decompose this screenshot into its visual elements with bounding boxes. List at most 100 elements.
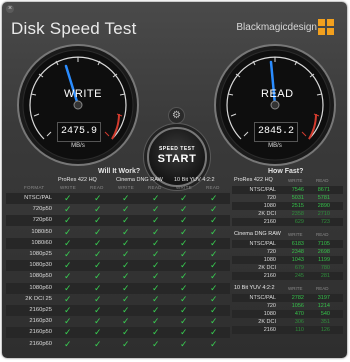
check-icon: ✓ xyxy=(210,327,218,338)
table-row: NTSC/PAL 6183 7105 xyxy=(232,240,343,248)
codec-header: 10 Bit YUV 4:2:2 xyxy=(174,177,215,183)
table-row: 2160p25 ✓ ✓ ✓ ✓ ✓ ✓ xyxy=(6,305,230,316)
write-header: WRITE xyxy=(288,232,303,237)
check-icon: ✓ xyxy=(122,249,130,259)
table-row: 1080p30 ✓ ✓ ✓ ✓ ✓ ✓ xyxy=(6,260,230,272)
write-value: 2358 xyxy=(291,211,304,217)
read-header: READ xyxy=(206,185,220,190)
read-value: 723 xyxy=(320,219,330,225)
format-label: 2160p30 xyxy=(29,318,52,325)
check-icon: ✓ xyxy=(180,226,188,237)
how-fast-title: How Fast? xyxy=(268,168,304,175)
table-row: 720p50 ✓ ✓ ✓ ✓ ✓ ✓ xyxy=(6,204,230,215)
check-icon: ✓ xyxy=(210,316,218,327)
write-header: WRITE xyxy=(118,185,134,190)
table-row: NTSC/PAL 2782 3197 xyxy=(232,294,343,302)
write-value: 6183 xyxy=(291,241,304,247)
format-label: 720 xyxy=(266,249,276,255)
format-label: 720 xyxy=(266,303,276,309)
check-icon: ✓ xyxy=(64,327,72,338)
write-value: 306 xyxy=(294,319,304,325)
table-row: 2K DCI 306 351 xyxy=(232,318,343,326)
write-gauge: WRITE 2475.9 MB/s xyxy=(17,44,139,166)
write-value: 1056 xyxy=(291,303,304,309)
check-icon: ✓ xyxy=(64,293,72,304)
check-icon: ✓ xyxy=(122,226,130,237)
check-icon: ✓ xyxy=(122,237,130,248)
app-title: Disk Speed Test xyxy=(11,19,137,38)
check-icon: ✓ xyxy=(122,293,130,304)
write-label: WRITE xyxy=(64,88,102,100)
check-icon: ✓ xyxy=(152,237,160,248)
read-value: 1214 xyxy=(317,303,330,309)
read-value: 1199 xyxy=(318,257,330,263)
table-row: 720 2348 2698 xyxy=(232,248,343,256)
check-icon: ✓ xyxy=(152,293,160,304)
read-value: 3197 xyxy=(317,295,330,301)
format-label: 1080p60 xyxy=(29,284,52,291)
check-icon: ✓ xyxy=(122,204,130,215)
check-icon: ✓ xyxy=(64,271,72,282)
format-label: 2K DCI xyxy=(258,265,276,271)
read-header: READ xyxy=(316,232,329,237)
table-row: 2K DCI 2358 2710 xyxy=(232,210,343,218)
table-row: 1080 470 540 xyxy=(232,310,343,318)
check-icon: ✓ xyxy=(180,282,188,293)
check-icon: ✓ xyxy=(210,282,218,293)
read-value: 540 xyxy=(320,311,330,317)
format-label: 1080p25 xyxy=(29,251,52,257)
check-icon: ✓ xyxy=(210,204,218,215)
check-icon: ✓ xyxy=(94,316,102,327)
check-icon: ✓ xyxy=(64,338,72,349)
read-value: 780 xyxy=(320,265,330,271)
write-value: 2348 xyxy=(291,249,304,255)
format-label: 2160 xyxy=(263,273,276,279)
check-icon: ✓ xyxy=(152,282,160,293)
check-icon: ✓ xyxy=(180,316,188,327)
check-icon: ✓ xyxy=(64,316,72,327)
check-icon: ✓ xyxy=(152,338,160,349)
table-row: 2K DCI 25 ✓ ✓ ✓ ✓ ✓ ✓ xyxy=(6,294,230,305)
check-icon: ✓ xyxy=(122,305,130,315)
check-icon: ✓ xyxy=(94,271,102,282)
format-label: 2K DCI xyxy=(258,319,276,325)
check-icon: ✓ xyxy=(210,215,218,226)
close-button[interactable]: × xyxy=(6,5,14,13)
check-icon: ✓ xyxy=(210,271,218,282)
table-row: 1080p50 ✓ ✓ ✓ ✓ ✓ ✓ xyxy=(6,271,230,282)
format-label: 1080p30 xyxy=(29,262,52,269)
check-icon: ✓ xyxy=(210,193,218,203)
table-row: 2160 629 723 xyxy=(232,218,343,226)
check-icon: ✓ xyxy=(210,226,218,237)
group-title: ProRes 422 HQ xyxy=(234,177,273,183)
check-icon: ✓ xyxy=(180,215,188,226)
check-icon: ✓ xyxy=(152,327,160,338)
read-label: READ xyxy=(261,88,294,100)
read-header: READ xyxy=(90,185,104,190)
check-icon: ✓ xyxy=(94,215,102,226)
check-icon: ✓ xyxy=(64,215,72,226)
check-icon: ✓ xyxy=(152,305,160,315)
write-value: 245 xyxy=(294,273,304,279)
check-icon: ✓ xyxy=(122,260,130,271)
check-icon: ✓ xyxy=(94,293,102,304)
group-title: 10 Bit YUV 4:2:2 xyxy=(234,285,275,291)
format-label: 2160 xyxy=(263,219,276,225)
check-icon: ✓ xyxy=(210,305,218,315)
results-panel: Will It Work? How Fast? ProRes 422 HQ Ci… xyxy=(6,165,343,354)
check-icon: ✓ xyxy=(180,260,188,271)
read-value: 2710 xyxy=(317,211,330,217)
gear-icon[interactable]: ⚙ xyxy=(168,107,185,124)
check-icon: ✓ xyxy=(64,282,72,293)
format-label: 1080 xyxy=(263,311,276,317)
read-value: 8671 xyxy=(317,187,330,193)
gauges-panel: WRITE 2475.9 MB/s READ 2845.2 MB/s ⚙ SPE… xyxy=(2,42,347,187)
check-icon: ✓ xyxy=(152,193,160,203)
table-row: 720 1056 1214 xyxy=(232,302,343,310)
check-icon: ✓ xyxy=(64,226,72,237)
check-icon: ✓ xyxy=(122,327,130,338)
check-icon: ✓ xyxy=(122,193,130,203)
read-value: 2890 xyxy=(317,203,330,209)
write-header: WRITE xyxy=(288,178,303,183)
write-header: WRITE xyxy=(176,185,192,190)
